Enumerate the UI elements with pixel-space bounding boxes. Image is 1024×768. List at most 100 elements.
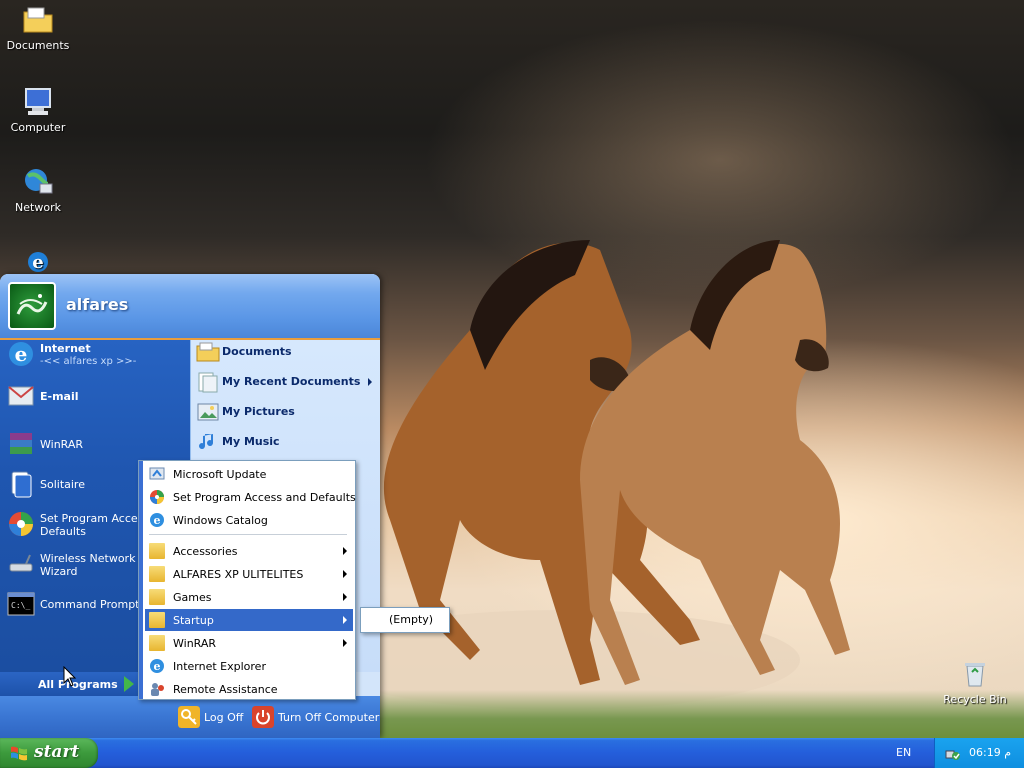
desktop-icon-computer[interactable]: Computer (0, 86, 76, 134)
recycle-bin-icon (965, 663, 985, 687)
chevron-right-icon (343, 547, 347, 555)
start-item-label: WinRAR (40, 438, 84, 451)
program-label: Windows Catalog (173, 514, 268, 527)
solitaire-icon (11, 471, 32, 498)
start-item-email[interactable]: E-mail (4, 380, 188, 414)
program-label: Remote Assistance (173, 683, 278, 696)
desktop-icon-network[interactable]: Network (0, 166, 76, 214)
desktop-icon-documents[interactable]: Documents (0, 4, 76, 52)
start-menu-footer: Log Off Turn Off Computer (0, 696, 380, 738)
program-remote-assistance[interactable]: Remote Assistance (145, 678, 353, 700)
start-item-internet[interactable]: e Internet -<< alfares xp >>- (4, 338, 188, 372)
program-label: Accessories (173, 545, 238, 558)
documents-folder-icon (196, 342, 220, 362)
start-item-sublabel: -<< alfares xp >>- (40, 356, 137, 367)
places-item-label: My Pictures (222, 405, 295, 418)
taskbar-clock[interactable]: 06:19 م (969, 746, 1011, 759)
program-label: Microsoft Update (173, 468, 267, 481)
svg-text:e: e (15, 342, 28, 366)
chevron-right-icon (343, 616, 347, 624)
desktop-icon-recycle-bin[interactable]: Recycle Bin (937, 658, 1013, 706)
start-item-label: Internet (40, 342, 91, 355)
program-label: Startup (173, 614, 214, 627)
program-windows-catalog[interactable]: e Windows Catalog (145, 509, 353, 531)
mouse-cursor-icon (63, 666, 77, 687)
start-item-label: Command Prompt (40, 598, 140, 611)
startup-empty-label: (Empty) (389, 613, 434, 626)
chevron-right-icon (343, 639, 347, 647)
folder-icon (23, 7, 53, 33)
program-access-icon (150, 490, 164, 504)
log-off-label: Log Off (204, 711, 244, 724)
places-item-recent-documents[interactable]: My Recent Documents (196, 368, 376, 396)
program-label: Set Program Access and Defaults (173, 491, 356, 504)
places-item-music[interactable]: My Music (196, 428, 376, 456)
remote-assistance-icon (151, 683, 164, 696)
start-item-label: Solitaire (40, 478, 85, 491)
command-prompt-icon: C:\_ (7, 592, 35, 616)
desktop-icon-label: Computer (10, 121, 66, 134)
turn-off-label: Turn Off Computer (278, 711, 380, 724)
folder-icon (149, 589, 165, 605)
power-icon (252, 706, 274, 728)
program-label: WinRAR (173, 637, 217, 650)
chevron-right-icon (343, 593, 347, 601)
network-icon (25, 169, 53, 194)
program-folder-startup[interactable]: Startup (145, 609, 353, 631)
key-icon (178, 706, 200, 728)
folder-icon (149, 612, 165, 628)
chevron-right-icon (343, 570, 347, 578)
music-icon (199, 434, 214, 450)
program-folder-winrar[interactable]: WinRAR (145, 632, 353, 654)
start-item-winrar[interactable]: WinRAR (4, 428, 188, 462)
start-menu-header: alfares (0, 274, 380, 340)
program-microsoft-update[interactable]: Microsoft Update (145, 463, 353, 485)
program-set-program-access[interactable]: Set Program Access and Defaults (145, 486, 356, 508)
user-avatar[interactable] (8, 282, 56, 330)
grass-strip (380, 690, 1024, 738)
svg-text:e: e (154, 660, 161, 673)
program-access-icon (9, 512, 33, 536)
folder-icon (149, 635, 165, 651)
internet-explorer-icon: e (9, 342, 33, 366)
folder-icon (149, 566, 165, 582)
calligraphy-avatar-icon (16, 294, 48, 315)
program-internet-explorer[interactable]: e Internet Explorer (145, 655, 353, 677)
windows-catalog-icon: e (150, 513, 164, 527)
start-button-label: start (34, 742, 80, 762)
desktop-icon-label: Recycle Bin (943, 693, 1007, 706)
windows-logo-icon (11, 746, 27, 761)
menu-separator (149, 534, 347, 535)
folder-icon (149, 543, 165, 559)
places-item-label: My Recent Documents (222, 375, 361, 388)
start-button[interactable]: start (0, 738, 98, 768)
recent-documents-icon (198, 372, 218, 393)
places-item-pictures[interactable]: My Pictures (196, 398, 376, 426)
winrar-icon (10, 433, 32, 454)
pictures-icon (197, 403, 219, 421)
places-item-label: Documents (222, 345, 292, 358)
windows-update-icon (149, 467, 165, 480)
desktop-icon-label: Network (15, 201, 61, 214)
svg-text:C:\_: C:\_ (11, 601, 30, 610)
language-indicator[interactable]: EN (896, 746, 911, 759)
taskbar: start EN 06:19 م (0, 738, 1024, 768)
system-tray: 06:19 م (934, 738, 1024, 768)
svg-text:e: e (154, 514, 161, 527)
network-tray-icon[interactable] (945, 745, 961, 761)
email-icon (8, 386, 34, 406)
computer-icon (25, 88, 51, 115)
menu-side-strip (139, 461, 143, 699)
program-folder-alfares-xp[interactable]: ALFARES XP ULITELITES (145, 563, 353, 585)
program-folder-accessories[interactable]: Accessories (145, 540, 353, 562)
places-item-documents[interactable]: Documents (196, 338, 376, 366)
arrow-right-icon (124, 676, 134, 692)
all-programs-label: All Programs (38, 678, 118, 691)
desktop-icon-label: Documents (6, 39, 70, 52)
user-name: alfares (66, 295, 129, 314)
start-item-label: Wireless Network Se Wizard (40, 552, 153, 578)
program-label: Internet Explorer (173, 660, 266, 673)
chevron-right-icon (368, 378, 372, 386)
program-folder-games[interactable]: Games (145, 586, 353, 608)
svg-text:e: e (32, 252, 43, 273)
